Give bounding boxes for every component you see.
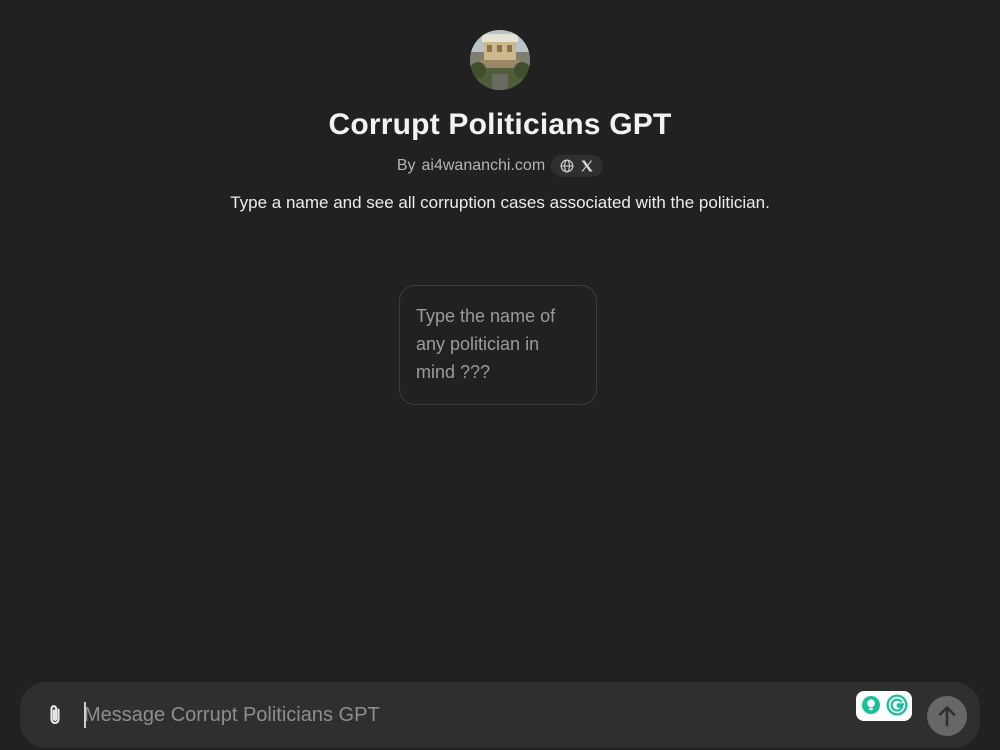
grammarly-extension-button[interactable] — [856, 691, 912, 721]
gpt-description: Type a name and see all corruption cases… — [230, 193, 770, 212]
message-composer — [20, 682, 980, 748]
byline-prefix: By — [396, 157, 416, 174]
paperclip-icon — [50, 705, 60, 725]
x-logo-icon[interactable] — [580, 159, 594, 173]
conversation-starter-text: Type the name of any politician in mind … — [416, 306, 556, 382]
building-photo-avatar-icon — [470, 30, 530, 90]
gpt-title: Corrupt Politicians GPT — [328, 108, 672, 141]
social-links — [551, 155, 604, 177]
text-caret — [84, 702, 86, 728]
attach-file-button[interactable] — [42, 702, 68, 728]
conversation-starter-card[interactable]: Type the name of any politician in mind … — [399, 285, 597, 405]
gpt-avatar — [470, 30, 530, 90]
send-button[interactable] — [927, 696, 967, 736]
gpt-byline: By ai4wananchi.com — [0, 155, 1000, 177]
message-input[interactable] — [84, 700, 844, 730]
gpt-chat-page: Corrupt Politicians GPT By ai4wananchi.c… — [0, 0, 1000, 750]
author-name: ai4wananchi.com — [421, 157, 546, 174]
globe-icon[interactable] — [560, 159, 574, 173]
arrow-up-icon — [938, 706, 956, 727]
grammarly-icon — [862, 694, 908, 716]
